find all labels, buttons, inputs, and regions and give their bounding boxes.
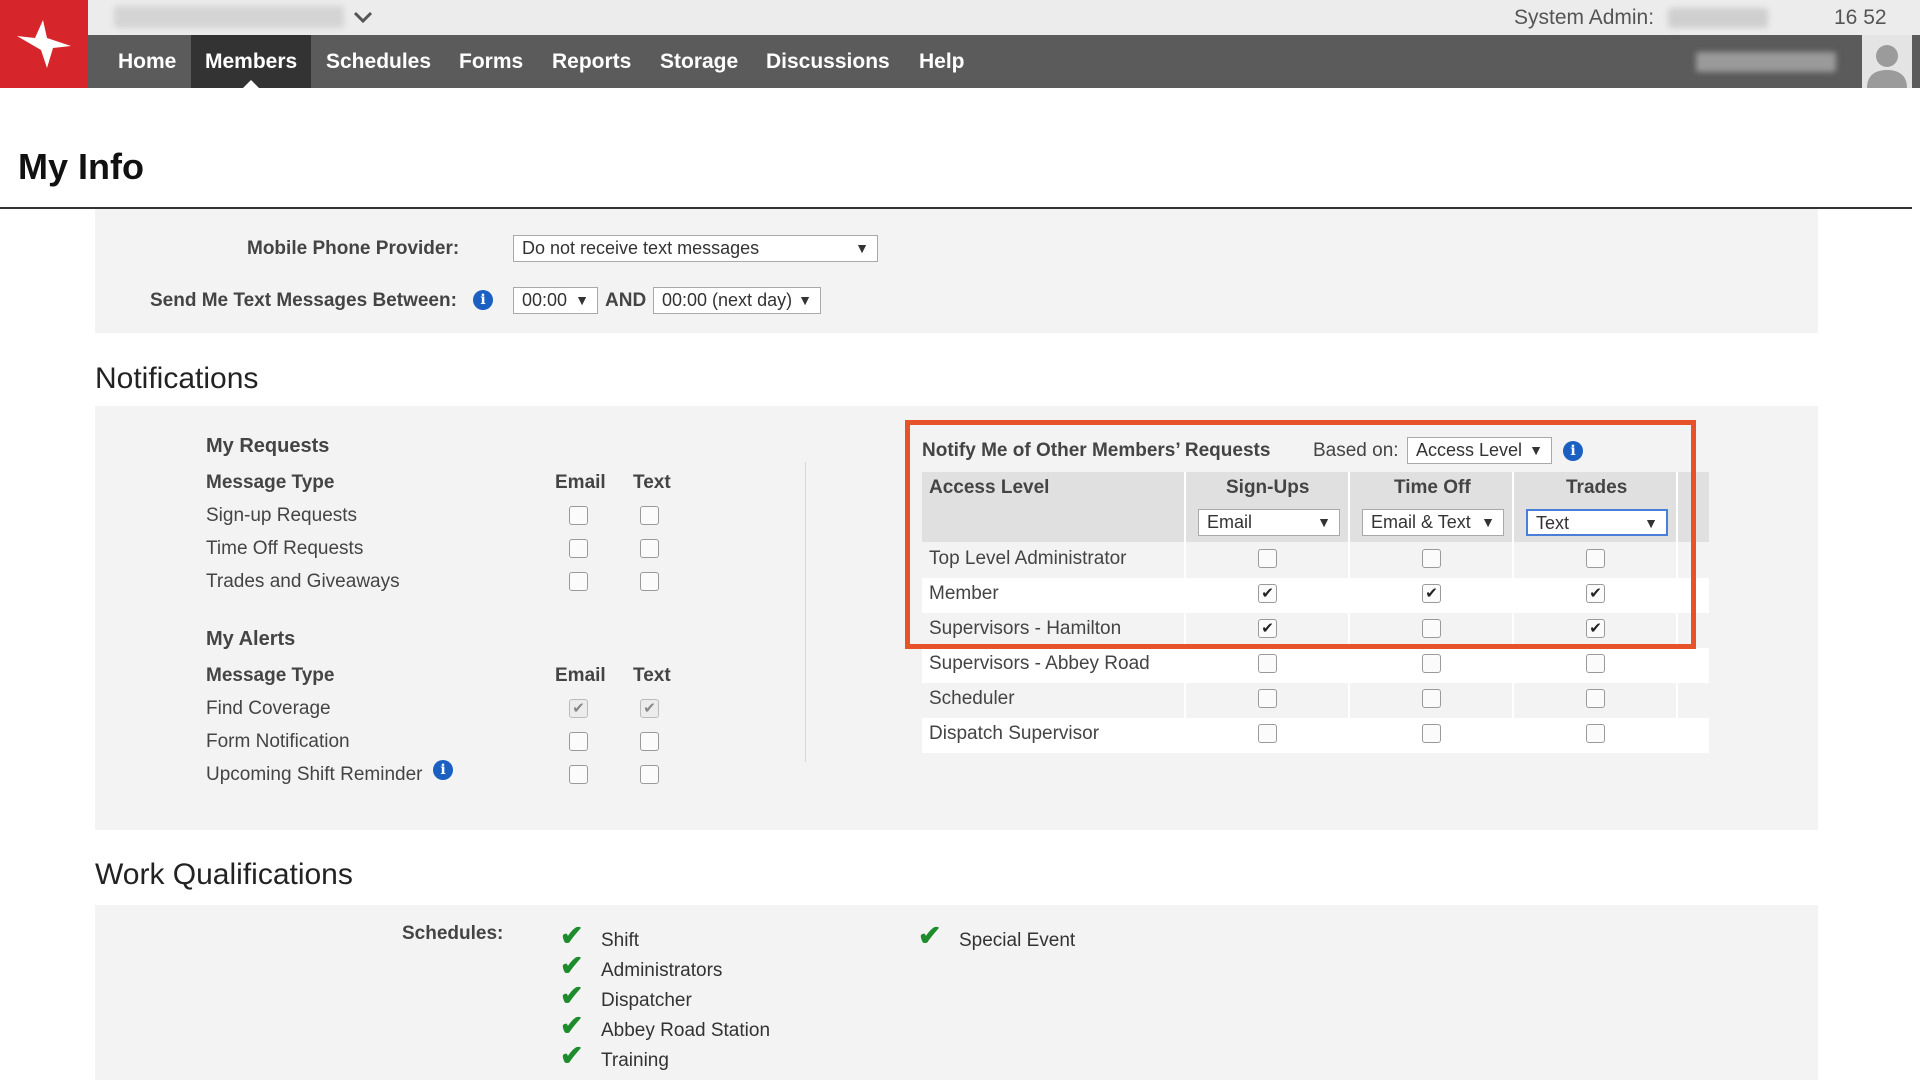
my-alerts-title: My Alerts <box>206 628 296 650</box>
check-icon: ✔ <box>560 980 584 1011</box>
chevron-down-icon[interactable] <box>352 6 376 30</box>
upcoming-shift-reminder-label: Upcoming Shift Reminder <box>206 764 423 785</box>
sign-up-requests-label: Sign-up Requests <box>206 505 358 526</box>
nav-forms[interactable]: Forms <box>445 35 537 88</box>
user-avatar-icon[interactable] <box>1862 35 1912 88</box>
dropdown-arrow-icon: ▼ <box>798 292 812 308</box>
qualification-item: Special Event <box>959 930 1076 951</box>
provider-select-value: Do not receive text messages <box>522 238 760 258</box>
nav-discussions[interactable]: Discussions <box>752 35 904 88</box>
notifications-title: Notifications <box>95 362 259 395</box>
scheduler-trades-checkbox[interactable] <box>1586 689 1605 708</box>
text-to-select[interactable]: 00:00 (next day) ▼ <box>653 287 821 314</box>
nav-members[interactable]: Members <box>191 35 312 88</box>
find-coverage-label: Find Coverage <box>206 698 331 719</box>
find-coverage-email-checkbox: ✔ <box>569 699 588 718</box>
supervisors-abbey-signups-checkbox[interactable] <box>1258 654 1277 673</box>
nav-storage-label: Storage <box>660 50 739 73</box>
nav-home[interactable]: Home <box>104 35 190 88</box>
trades-giveaways-text-checkbox[interactable] <box>640 572 659 591</box>
nav-reports-label: Reports <box>552 50 632 73</box>
qualification-item: Abbey Road Station <box>601 1020 771 1041</box>
upcoming-shift-email-checkbox[interactable] <box>569 765 588 784</box>
check-icon: ✔ <box>560 1010 584 1041</box>
info-icon[interactable]: i <box>473 290 493 310</box>
dispatch-supervisor-trades-checkbox[interactable] <box>1586 724 1605 743</box>
dispatch-supervisor-timeoff-checkbox[interactable] <box>1422 724 1441 743</box>
trades-giveaways-label: Trades and Giveaways <box>206 571 400 592</box>
provider-label: Mobile Phone Provider: <box>247 238 460 259</box>
nav-reports[interactable]: Reports <box>538 35 645 88</box>
my-alerts-col-type: Message Type <box>206 665 335 686</box>
nav-storage[interactable]: Storage <box>646 35 752 88</box>
nav-schedules-label: Schedules <box>326 50 432 73</box>
check-icon: ✔ <box>560 920 584 951</box>
bird-logo-icon[interactable] <box>0 0 88 88</box>
form-notification-text-checkbox[interactable] <box>640 732 659 751</box>
time-off-requests-email-checkbox[interactable] <box>569 539 588 558</box>
scheduler-signups-checkbox[interactable] <box>1258 689 1277 708</box>
dispatch-supervisor-signups-checkbox[interactable] <box>1258 724 1277 743</box>
my-requests-col-text: Text <box>633 472 671 493</box>
my-alerts-col-text: Text <box>633 665 671 686</box>
nav-members-label: Members <box>205 50 298 73</box>
provider-select[interactable]: Do not receive text messages ▼ <box>513 235 878 262</box>
check-icon: ✔ <box>560 1040 584 1071</box>
clock: 16 52 <box>1834 6 1887 29</box>
active-caret-icon <box>243 80 260 88</box>
nav-help-label: Help <box>919 50 965 73</box>
my-alerts-col-email: Email <box>555 665 606 686</box>
form-notification-label: Form Notification <box>206 731 350 752</box>
nav-schedules[interactable]: Schedules <box>312 35 445 88</box>
my-requests-title: My Requests <box>206 435 330 457</box>
time-off-requests-text-checkbox[interactable] <box>640 539 659 558</box>
trades-giveaways-email-checkbox[interactable] <box>569 572 588 591</box>
access-row-label: Supervisors - Abbey Road <box>929 653 1150 674</box>
work-qualifications-title: Work Qualifications <box>95 858 353 891</box>
text-between-label: Send Me Text Messages Between: <box>150 290 457 311</box>
access-row-label: Scheduler <box>929 688 1015 709</box>
qualification-item: Dispatcher <box>601 990 692 1011</box>
find-coverage-text-checkbox: ✔ <box>640 699 659 718</box>
contact-panel <box>95 209 1818 333</box>
scheduler-timeoff-checkbox[interactable] <box>1422 689 1441 708</box>
upcoming-shift-text-checkbox[interactable] <box>640 765 659 784</box>
info-icon[interactable]: i <box>433 760 453 780</box>
page-title: My Info <box>18 146 144 187</box>
dropdown-arrow-icon: ▼ <box>575 292 589 308</box>
form-notification-email-checkbox[interactable] <box>569 732 588 751</box>
my-requests-col-email: Email <box>555 472 606 493</box>
check-icon: ✔ <box>560 950 584 981</box>
text-from-value: 00:00 <box>522 290 568 310</box>
access-row-label: Dispatch Supervisor <box>929 723 1100 744</box>
schedules-label: Schedules: <box>402 923 504 944</box>
my-requests-col-type: Message Type <box>206 472 335 493</box>
sign-up-requests-text-checkbox[interactable] <box>640 506 659 525</box>
nav-help[interactable]: Help <box>905 35 979 88</box>
column-divider <box>805 462 806 762</box>
user-name-blurred[interactable] <box>1696 52 1836 72</box>
nav-home-label: Home <box>118 50 177 73</box>
text-from-select[interactable]: 00:00 ▼ <box>513 287 598 314</box>
and-label: AND <box>605 290 647 311</box>
qualification-item: Training <box>601 1050 669 1071</box>
sign-up-requests-email-checkbox[interactable] <box>569 506 588 525</box>
supervisors-abbey-timeoff-checkbox[interactable] <box>1422 654 1441 673</box>
time-off-requests-label: Time Off Requests <box>206 538 364 559</box>
qualification-item: Administrators <box>601 960 723 981</box>
system-name-blurred[interactable] <box>114 6 344 28</box>
supervisors-abbey-trades-checkbox[interactable] <box>1586 654 1605 673</box>
highlight-box <box>905 420 1696 649</box>
work-qualifications-panel <box>95 905 1818 1080</box>
system-admin-name-blurred <box>1668 8 1768 28</box>
system-admin-label: System Admin: <box>1514 6 1655 29</box>
dropdown-arrow-icon: ▼ <box>855 240 869 256</box>
check-icon: ✔ <box>918 920 942 951</box>
qualification-item: Shift <box>601 930 640 951</box>
nav-forms-label: Forms <box>459 50 524 73</box>
nav-discussions-label: Discussions <box>766 50 890 73</box>
text-to-value: 00:00 (next day) <box>662 290 793 310</box>
